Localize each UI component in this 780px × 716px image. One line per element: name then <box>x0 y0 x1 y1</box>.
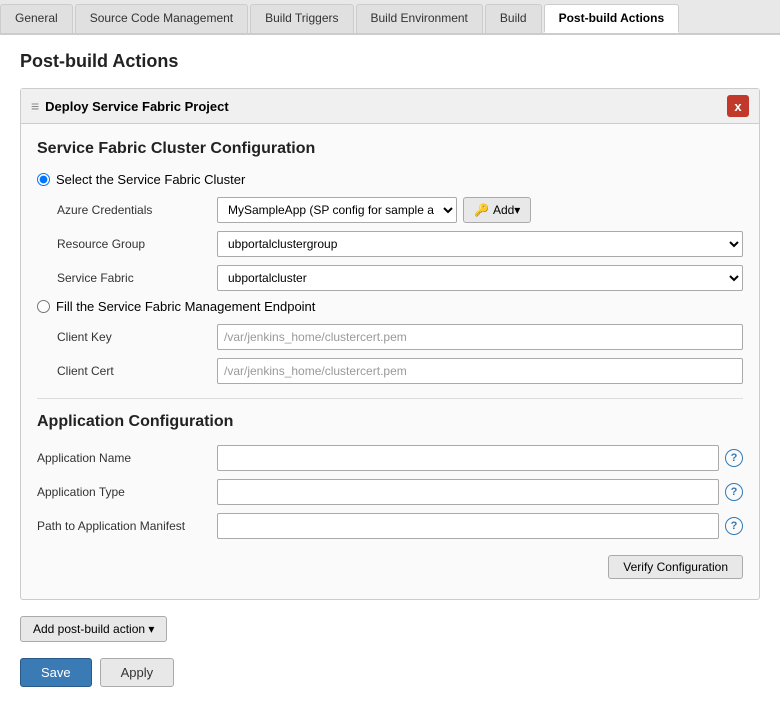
resource-group-select[interactable]: ubportalclustergroup <box>217 231 743 257</box>
app-type-help-icon[interactable]: ? <box>725 483 743 501</box>
app-name-help-icon[interactable]: ? <box>725 449 743 467</box>
app-type-input[interactable]: CounterActorApplicationType <box>217 479 719 505</box>
panel-title: Deploy Service Fabric Project <box>45 99 229 114</box>
client-key-control <box>217 324 743 350</box>
azure-credentials-row: Azure Credentials MySampleApp (SP config… <box>37 197 743 223</box>
client-key-input[interactable] <box>217 324 743 350</box>
client-cert-control <box>217 358 743 384</box>
client-cert-label: Client Cert <box>37 364 217 378</box>
radio-fill-input[interactable] <box>37 300 50 313</box>
page-title: Post-build Actions <box>20 51 760 72</box>
apply-button[interactable]: Apply <box>100 658 175 687</box>
radio-select-label: Select the Service Fabric Cluster <box>56 172 245 187</box>
section-divider <box>37 398 743 399</box>
manifest-row: Path to Application Manifest reliable-se… <box>37 513 743 539</box>
service-fabric-label: Service Fabric <box>37 271 217 285</box>
resource-group-control: ubportalclustergroup <box>217 231 743 257</box>
main-content: Post-build Actions ≡ Deploy Service Fabr… <box>0 35 780 716</box>
manifest-control: reliable-services-actor-sample/Actors/Ac… <box>217 513 743 539</box>
radio-select-cluster[interactable]: Select the Service Fabric Cluster <box>37 172 743 187</box>
app-config-title: Application Configuration <box>37 413 743 431</box>
key-icon: 🔑 <box>474 203 489 217</box>
app-type-row: Application Type CounterActorApplication… <box>37 479 743 505</box>
tab-scm[interactable]: Source Code Management <box>75 4 248 33</box>
save-button[interactable]: Save <box>20 658 92 687</box>
tab-general[interactable]: General <box>0 4 73 33</box>
service-fabric-control: ubportalcluster <box>217 265 743 291</box>
manifest-input[interactable]: reliable-services-actor-sample/Actors/Ac… <box>217 513 719 539</box>
footer-buttons: Save Apply <box>20 658 760 687</box>
radio-fill-label: Fill the Service Fabric Management Endpo… <box>56 299 315 314</box>
radio-fill-endpoint[interactable]: Fill the Service Fabric Management Endpo… <box>37 299 743 314</box>
app-name-row: Application Name fabric:/CounterActorApp… <box>37 445 743 471</box>
app-type-control: CounterActorApplicationType ? <box>217 479 743 505</box>
app-name-control: fabric:/CounterActorApplication ? <box>217 445 743 471</box>
panel-header-left: ≡ Deploy Service Fabric Project <box>31 98 229 114</box>
service-fabric-row: Service Fabric ubportalcluster <box>37 265 743 291</box>
close-panel-button[interactable]: x <box>727 95 749 117</box>
panel-body: Service Fabric Cluster Configuration Sel… <box>21 124 759 599</box>
azure-credentials-select[interactable]: MySampleApp (SP config for sample app) <box>217 197 457 223</box>
radio-select-input[interactable] <box>37 173 50 186</box>
add-post-build-action-button[interactable]: Add post-build action ▾ <box>20 616 167 642</box>
panel-header: ≡ Deploy Service Fabric Project x <box>21 89 759 124</box>
app-name-input[interactable]: fabric:/CounterActorApplication <box>217 445 719 471</box>
verify-btn-container: Verify Configuration <box>37 547 743 583</box>
azure-credentials-label: Azure Credentials <box>37 203 217 217</box>
client-key-label: Client Key <box>37 330 217 344</box>
add-btn-label: Add▾ <box>493 203 520 217</box>
tab-build-triggers[interactable]: Build Triggers <box>250 4 353 33</box>
service-fabric-select[interactable]: ubportalcluster <box>217 265 743 291</box>
tab-post-build-actions[interactable]: Post-build Actions <box>544 4 680 33</box>
client-key-row: Client Key <box>37 324 743 350</box>
app-name-label: Application Name <box>37 451 217 465</box>
manifest-label: Path to Application Manifest <box>37 519 217 533</box>
tab-build-environment[interactable]: Build Environment <box>356 4 483 33</box>
verify-config-button[interactable]: Verify Configuration <box>608 555 743 579</box>
manifest-help-icon[interactable]: ? <box>725 517 743 535</box>
resource-group-row: Resource Group ubportalclustergroup <box>37 231 743 257</box>
tab-build[interactable]: Build <box>485 4 542 33</box>
client-cert-input[interactable] <box>217 358 743 384</box>
cluster-config-title: Service Fabric Cluster Configuration <box>37 140 743 158</box>
azure-credentials-control: MySampleApp (SP config for sample app) 🔑… <box>217 197 743 223</box>
drag-handle-icon: ≡ <box>31 98 39 114</box>
deploy-fabric-panel: ≡ Deploy Service Fabric Project x Servic… <box>20 88 760 600</box>
add-credentials-button[interactable]: 🔑 Add▾ <box>463 197 531 223</box>
app-type-label: Application Type <box>37 485 217 499</box>
tab-bar: General Source Code Management Build Tri… <box>0 0 780 35</box>
resource-group-label: Resource Group <box>37 237 217 251</box>
client-cert-row: Client Cert <box>37 358 743 384</box>
